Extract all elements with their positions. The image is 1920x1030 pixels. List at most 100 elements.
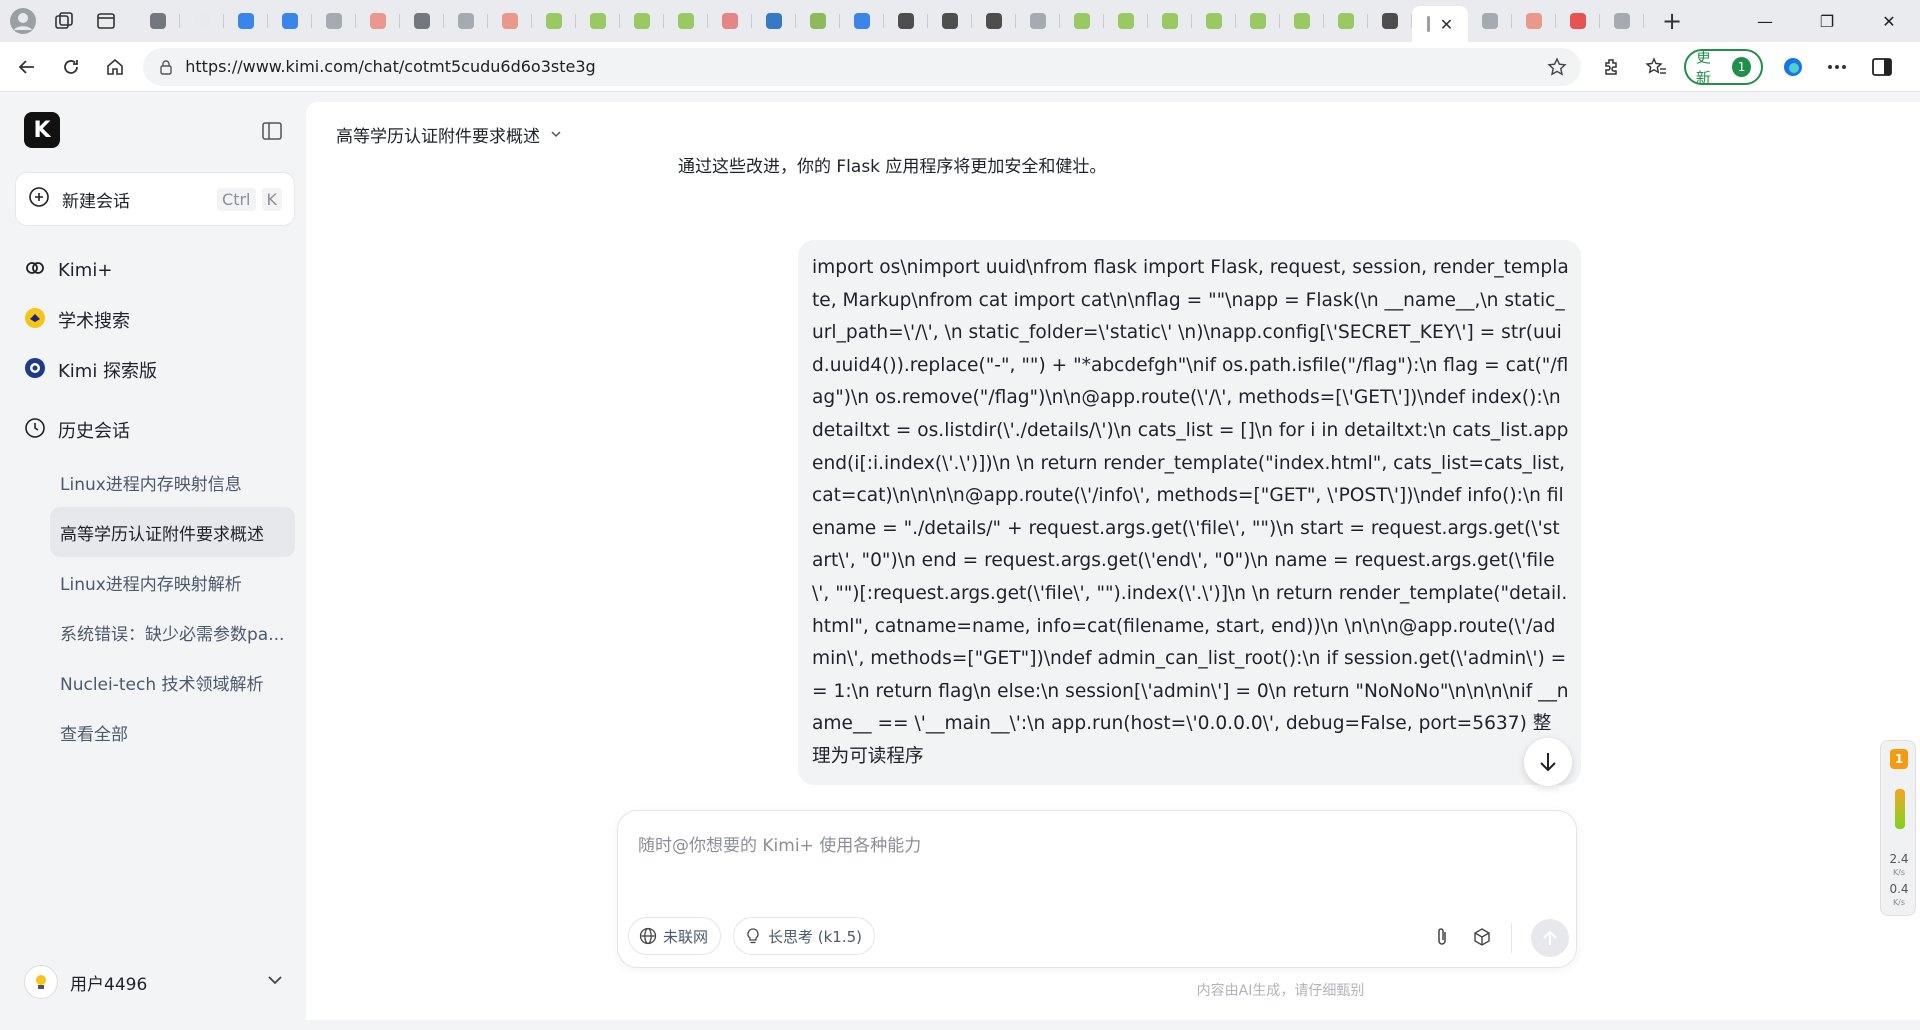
user-avatar: [24, 965, 58, 999]
explore-icon: [24, 357, 46, 383]
browser-tab[interactable]: [752, 5, 796, 37]
browser-tab[interactable]: [884, 5, 928, 37]
tab-favicon: [282, 13, 298, 29]
browser-tab[interactable]: [400, 5, 444, 37]
browser-tab[interactable]: [1192, 5, 1236, 37]
browser-tab[interactable]: [928, 5, 972, 37]
shortcut-key: Ctrl: [217, 187, 256, 211]
browser-tab[interactable]: [136, 5, 180, 37]
view-all-link[interactable]: 查看全部: [50, 707, 295, 757]
new-chat-button[interactable]: 新建会话 Ctrl K: [15, 172, 295, 226]
edge-icon[interactable]: [1777, 50, 1809, 84]
browser-tab[interactable]: [1104, 5, 1148, 37]
download-speed: 0.4 K/s: [1885, 883, 1913, 909]
scroll-to-bottom-button[interactable]: [1524, 738, 1572, 786]
nav-academic-search[interactable]: 学术搜索: [24, 302, 130, 338]
tab-favicon: [986, 13, 1002, 29]
kimi-logo[interactable]: K: [24, 112, 60, 148]
back-icon[interactable]: [10, 49, 45, 85]
composer-divider: [1511, 923, 1512, 953]
browser-tab[interactable]: [1016, 5, 1060, 37]
browser-tab[interactable]: [840, 5, 884, 37]
send-button[interactable]: [1531, 919, 1569, 957]
more-menu-icon[interactable]: [1821, 50, 1853, 84]
history-item[interactable]: Linux进程内存映射信息: [50, 457, 295, 507]
browser-tab[interactable]: [488, 5, 532, 37]
address-bar[interactable]: https://www.kimi.com/chat/cotmt5cudu6d6o…: [143, 47, 1582, 86]
tab-actions-icon[interactable]: [94, 9, 118, 33]
upload-unit: K/s: [1892, 868, 1906, 877]
browser-tab[interactable]: [1368, 5, 1412, 37]
favorite-star-icon[interactable]: [1545, 56, 1569, 77]
browser-tab[interactable]: [1600, 5, 1644, 37]
nav-label: 学术搜索: [58, 311, 130, 332]
ai-disclaimer: 内容由AI生成，请仔细甄别: [306, 980, 1920, 1000]
browser-tab[interactable]: [664, 5, 708, 37]
browser-tab[interactable]: [356, 5, 400, 37]
nav-explore[interactable]: Kimi 探索版: [24, 352, 157, 388]
collapse-sidebar-icon[interactable]: [262, 122, 282, 140]
lock-icon[interactable]: [155, 59, 177, 75]
close-window-icon[interactable]: ✕: [1858, 0, 1920, 42]
history-item[interactable]: 系统错误：缺少必需参数pa...: [50, 607, 295, 657]
browser-tab[interactable]: [180, 5, 224, 37]
attach-icon[interactable]: [1430, 925, 1454, 949]
browser-tab[interactable]: [1148, 5, 1192, 37]
browser-tab[interactable]: [1556, 5, 1600, 37]
browser-tab[interactable]: [972, 5, 1016, 37]
browser-tab-strip: ✕ + — ❐ ✕: [0, 0, 1920, 42]
close-tab-icon[interactable]: ✕: [1440, 15, 1453, 34]
chat-title-dropdown[interactable]: 高等学历认证附件要求概述: [336, 122, 562, 147]
browser-tab[interactable]: [576, 5, 620, 37]
home-icon[interactable]: [98, 49, 133, 85]
browser-tab[interactable]: [1512, 5, 1556, 37]
tab-favicon: [150, 13, 166, 29]
browser-tab[interactable]: [708, 5, 752, 37]
profile-avatar-icon[interactable]: [8, 6, 38, 36]
browser-tab[interactable]: [1060, 5, 1104, 37]
network-speed-widget[interactable]: 1 2.4 K/s 0.4 K/s: [1880, 740, 1916, 916]
tab-favicon: [722, 13, 738, 29]
workspaces-icon[interactable]: [52, 9, 76, 33]
browser-tab[interactable]: [444, 5, 488, 37]
browser-tab[interactable]: [620, 5, 664, 37]
message-composer[interactable]: 随时@你想要的 Kimi+ 使用各种能力 未联网 长思考 (k1.5): [617, 810, 1577, 968]
widget-badge: 1: [1890, 749, 1908, 769]
composer-placeholder[interactable]: 随时@你想要的 Kimi+ 使用各种能力: [638, 831, 921, 856]
history-item[interactable]: Linux进程内存映射解析: [50, 557, 295, 607]
long-think-toggle[interactable]: 长思考 (k1.5): [733, 917, 876, 955]
history-item[interactable]: Nuclei-tech 技术领域解析: [50, 657, 295, 707]
extensions-icon[interactable]: [1595, 50, 1627, 84]
minimize-icon[interactable]: —: [1734, 0, 1796, 42]
browser-toolbar: https://www.kimi.com/chat/cotmt5cudu6d6o…: [0, 42, 1920, 92]
cube-icon[interactable]: [1470, 925, 1494, 949]
tab-favicon: [1338, 13, 1354, 29]
browser-tab[interactable]: [1324, 5, 1368, 37]
sidebar-toggle-icon[interactable]: [1866, 50, 1898, 84]
chevron-down-icon: [550, 125, 562, 145]
browser-tab-active[interactable]: ✕: [1412, 6, 1468, 42]
user-menu[interactable]: 用户4496: [24, 962, 284, 1002]
url-text[interactable]: https://www.kimi.com/chat/cotmt5cudu6d6o…: [185, 57, 1545, 76]
reload-icon[interactable]: [54, 49, 89, 85]
browser-tab[interactable]: [224, 5, 268, 37]
browser-tab[interactable]: [1468, 5, 1512, 37]
browser-tab[interactable]: [796, 5, 840, 37]
browser-tab[interactable]: [312, 5, 356, 37]
restore-icon[interactable]: ❐: [1796, 0, 1858, 42]
web-search-toggle[interactable]: 未联网: [628, 917, 722, 955]
history-item-active[interactable]: 高等学历认证附件要求概述: [50, 507, 295, 557]
nav-history[interactable]: 历史会话: [24, 412, 130, 448]
browser-tab[interactable]: [268, 5, 312, 37]
new-tab-button[interactable]: +: [1652, 5, 1692, 37]
browser-tab[interactable]: [1236, 5, 1280, 37]
chevron-down-icon[interactable]: [266, 971, 284, 993]
favorites-icon[interactable]: [1640, 50, 1672, 84]
tab-favicon: [1614, 13, 1630, 29]
browser-tab[interactable]: [1280, 5, 1324, 37]
tab-favicon: [1482, 13, 1498, 29]
new-chat-label: 新建会话: [62, 191, 130, 212]
nav-kimi-plus[interactable]: Kimi+: [24, 252, 112, 288]
browser-tab[interactable]: [532, 5, 576, 37]
update-button[interactable]: 更新 1: [1683, 48, 1764, 87]
